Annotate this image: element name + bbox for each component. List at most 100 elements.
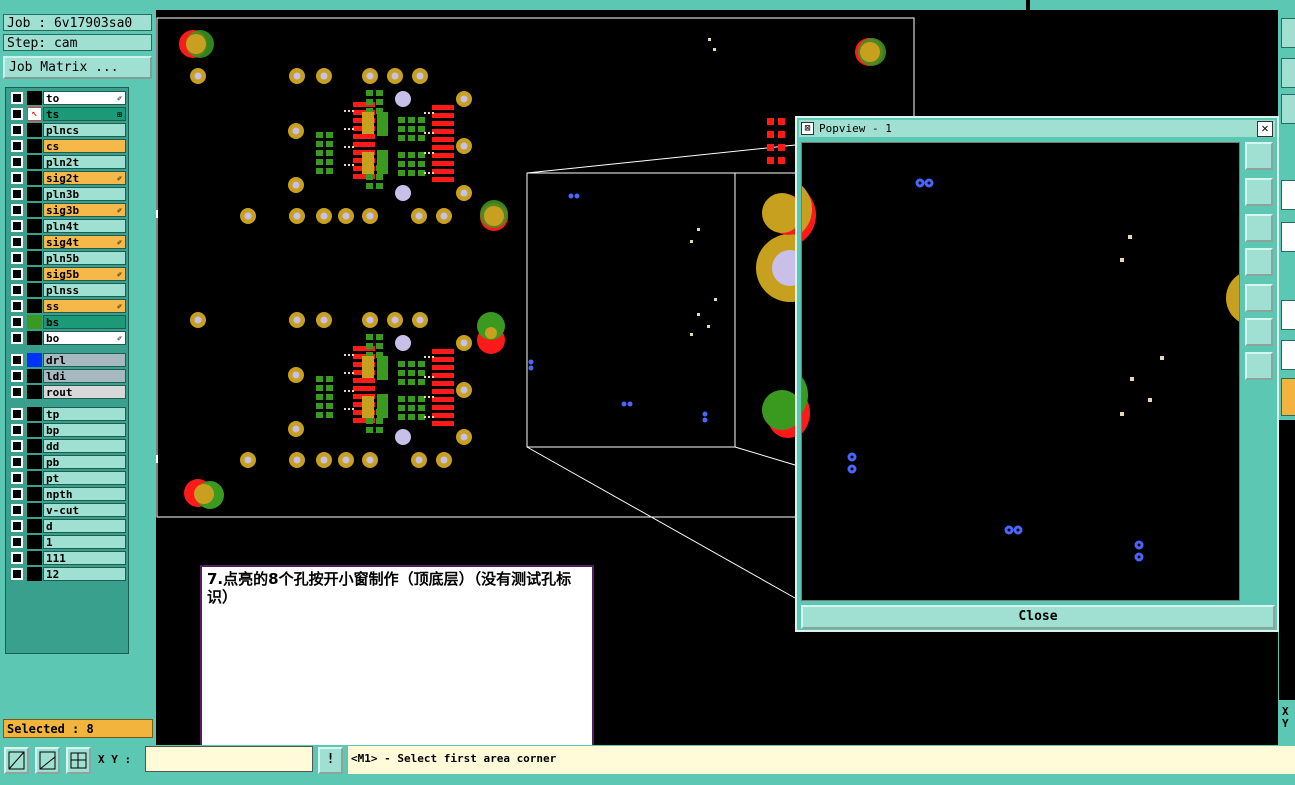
layer-name[interactable]: ts ⊞ (43, 107, 126, 121)
grid-button[interactable] (66, 747, 91, 774)
layer-name[interactable]: 1 (43, 535, 126, 549)
layer-row-pln2t[interactable]: pln2t (8, 155, 126, 169)
zoom-out-button[interactable] (1245, 352, 1273, 380)
layer-color-swatch[interactable] (27, 187, 42, 201)
layer-checkbox[interactable] (11, 140, 23, 152)
close-button[interactable]: Close (801, 605, 1275, 629)
layer-checkbox[interactable] (11, 268, 23, 280)
layer-color-swatch[interactable] (27, 299, 42, 313)
layer-row-pln5b[interactable]: pln5b (8, 251, 126, 265)
layer-name[interactable]: npth (43, 487, 126, 501)
layer-row-drl[interactable]: drl (8, 353, 126, 367)
layer-color-swatch[interactable] (27, 219, 42, 233)
layer-row-pln3b[interactable]: pln3b (8, 187, 126, 201)
layer-row-pt[interactable]: pt (8, 471, 126, 485)
layer-name[interactable]: pln4t (43, 219, 126, 233)
pan-right-button[interactable] (1245, 284, 1273, 312)
layer-row-rout[interactable]: rout (8, 385, 126, 399)
layer-row-cs[interactable]: cs (8, 139, 126, 153)
window-menu-icon[interactable]: ⊠ (801, 122, 814, 135)
layer-color-swatch[interactable] (27, 471, 42, 485)
zoom-fit-button[interactable] (1245, 142, 1273, 170)
tool-button[interactable] (1281, 180, 1295, 210)
layer-checkbox[interactable] (11, 386, 23, 398)
layer-row-sig4t[interactable]: sig4t ✐ (8, 235, 126, 249)
layer-checkbox[interactable] (11, 316, 23, 328)
layer-row-pb[interactable]: pb (8, 455, 126, 469)
layer-color-swatch[interactable] (27, 423, 42, 437)
xy-input[interactable] (145, 746, 313, 772)
layer-color-swatch[interactable] (27, 551, 42, 565)
pan-left-button[interactable] (1245, 248, 1273, 276)
layer-row-12[interactable]: 12 (8, 567, 126, 581)
close-icon[interactable]: ✕ (1257, 121, 1273, 137)
layer-checkbox[interactable] (11, 456, 23, 468)
layer-name[interactable]: pln5b (43, 251, 126, 265)
tool-button[interactable] (1281, 300, 1295, 330)
layer-row-npth[interactable]: npth (8, 487, 126, 501)
layer-color-swatch[interactable] (27, 385, 42, 399)
layer-row-sig2t[interactable]: sig2t ✐ (8, 171, 126, 185)
layer-checkbox[interactable] (11, 488, 23, 500)
layer-color-swatch[interactable] (27, 203, 42, 217)
layer-row-ts[interactable]: ts ⊞ ↖ (8, 107, 126, 121)
layer-name[interactable]: bp (43, 423, 126, 437)
measure-button[interactable] (35, 747, 60, 774)
layer-checkbox[interactable] (11, 472, 23, 484)
tool-button[interactable] (1281, 18, 1295, 48)
layer-checkbox[interactable] (11, 552, 23, 564)
layer-checkbox[interactable] (11, 220, 23, 232)
layer-color-swatch[interactable] (27, 567, 42, 581)
layer-name[interactable]: v-cut (43, 503, 126, 517)
layer-name[interactable]: 12 (43, 567, 126, 581)
layer-row-bo[interactable]: bo ✐ (8, 331, 126, 345)
layer-name[interactable]: ss ✐ (43, 299, 126, 313)
layer-color-swatch[interactable] (27, 535, 42, 549)
layer-checkbox[interactable] (11, 332, 23, 344)
layer-name[interactable]: pln2t (43, 155, 126, 169)
layer-row-bp[interactable]: bp (8, 423, 126, 437)
layer-name[interactable]: drl (43, 353, 126, 367)
layer-row-tp[interactable]: tp (8, 407, 126, 421)
layer-checkbox[interactable] (11, 536, 23, 548)
layer-checkbox[interactable] (11, 172, 23, 184)
layer-row-bs[interactable]: bs (8, 315, 126, 329)
layer-checkbox[interactable] (11, 284, 23, 296)
layer-name[interactable]: 111 (43, 551, 126, 565)
layer-row-plncs[interactable]: plncs (8, 123, 126, 137)
layer-checkbox[interactable] (11, 504, 23, 516)
layer-color-swatch[interactable] (27, 353, 42, 367)
layer-color-swatch[interactable] (27, 283, 42, 297)
pan-up-button[interactable] (1245, 178, 1273, 206)
layer-name[interactable]: sig5b ✐ (43, 267, 126, 281)
layer-checkbox[interactable] (11, 252, 23, 264)
layer-name[interactable]: cs (43, 139, 126, 153)
layer-color-swatch[interactable] (27, 487, 42, 501)
layer-checkbox[interactable] (11, 370, 23, 382)
layer-checkbox[interactable] (11, 236, 23, 248)
layer-row-v-cut[interactable]: v-cut (8, 503, 126, 517)
layer-color-swatch[interactable] (27, 267, 42, 281)
layer-color-swatch[interactable] (27, 519, 42, 533)
zoom-area-button[interactable] (4, 747, 29, 774)
layer-color-swatch[interactable] (27, 171, 42, 185)
layer-row-plnss[interactable]: plnss (8, 283, 126, 297)
layer-row-ss[interactable]: ss ✐ (8, 299, 126, 313)
tool-button[interactable] (1281, 58, 1295, 88)
layer-color-swatch[interactable] (27, 455, 42, 469)
layer-checkbox[interactable] (11, 204, 23, 216)
layer-row-dd[interactable]: dd (8, 439, 126, 453)
layer-name[interactable]: rout (43, 385, 126, 399)
layer-color-swatch[interactable] (27, 123, 42, 137)
layer-row-to[interactable]: to ✐ (8, 91, 126, 105)
layer-name[interactable]: dd (43, 439, 126, 453)
layer-name[interactable]: sig4t ✐ (43, 235, 126, 249)
layer-color-swatch[interactable] (27, 91, 42, 105)
layer-checkbox[interactable] (11, 124, 23, 136)
layer-name[interactable]: d (43, 519, 126, 533)
layer-color-swatch[interactable] (27, 155, 42, 169)
layer-row-d[interactable]: d (8, 519, 126, 533)
job-matrix-button[interactable]: Job Matrix ... (3, 56, 152, 79)
layer-checkbox[interactable] (11, 156, 23, 168)
layer-color-swatch[interactable] (27, 251, 42, 265)
